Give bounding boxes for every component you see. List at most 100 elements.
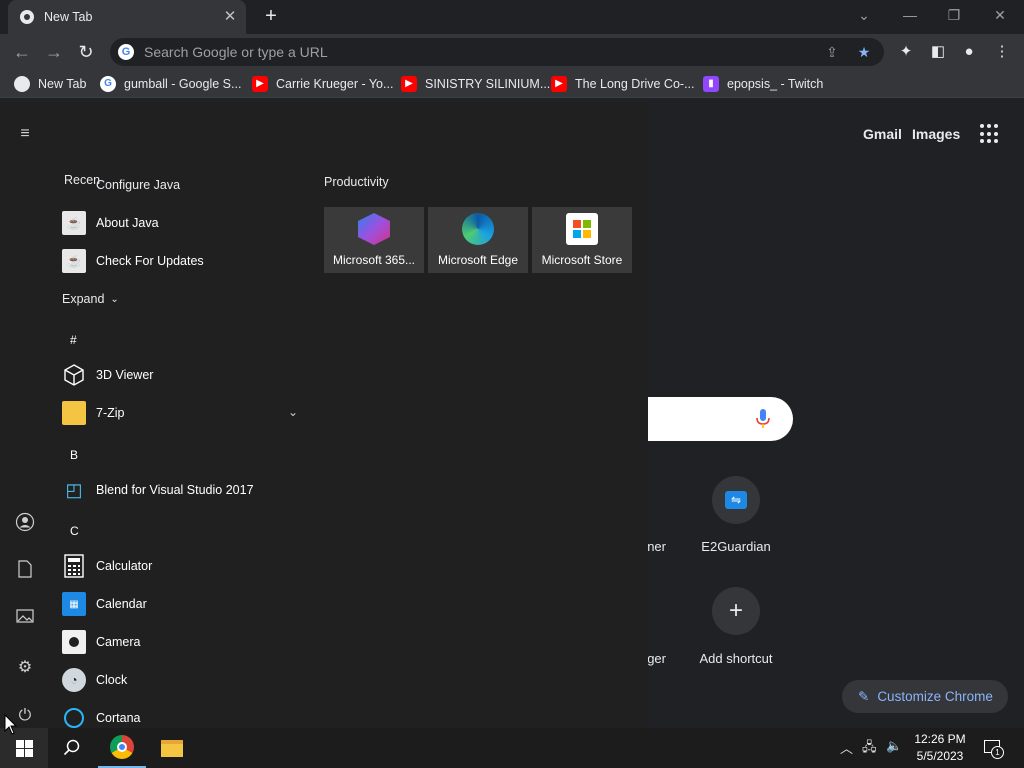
chrome-icon <box>110 735 134 759</box>
minimize-icon[interactable]: — <box>896 4 924 26</box>
add-shortcut-button[interactable]: + <box>712 587 760 635</box>
bookmark-sinistry[interactable]: ▶ SINISTRY SILINIUM... <box>401 74 550 94</box>
calendar-icon: ▦ <box>62 592 86 616</box>
app-label: Clock <box>96 673 128 687</box>
search-button[interactable] <box>48 728 96 768</box>
tile-microsoft-store[interactable]: Microsoft Store <box>532 207 632 273</box>
chevron-down-icon: ⌄ <box>110 293 119 305</box>
app-label: 7-Zip <box>96 406 125 420</box>
blend-icon: ◰ <box>65 479 83 500</box>
microphone-icon[interactable] <box>755 408 771 430</box>
documents-icon[interactable] <box>13 560 37 584</box>
close-window-icon[interactable]: ✕ <box>986 4 1014 26</box>
calculator-icon <box>62 554 86 578</box>
clock[interactable]: 12:26 PM 5/5/2023 <box>910 731 970 765</box>
tab-new-tab[interactable]: New Tab ✕ <box>8 0 246 34</box>
forward-arrow-icon[interactable]: → <box>42 40 66 64</box>
e2guardian-icon: ⇋ <box>725 491 747 509</box>
images-link[interactable]: Images <box>912 126 960 142</box>
app-blend[interactable]: ◰ Blend for Visual Studio 2017 <box>62 471 302 509</box>
group-letter[interactable]: # <box>70 333 77 347</box>
new-tab-button[interactable]: + <box>260 6 282 28</box>
restore-icon[interactable]: ❐ <box>940 4 968 26</box>
recent-header: Recen <box>64 173 101 187</box>
java-icon: ☕ <box>62 249 86 273</box>
app-clock[interactable]: ◔ Clock <box>62 661 302 699</box>
user-account-icon[interactable] <box>13 512 37 536</box>
chevron-down-icon[interactable]: ⌄ <box>288 405 298 419</box>
bookmark-label: epopsis_ - Twitch <box>727 77 824 91</box>
bookmark-twitch[interactable]: ▮ epopsis_ - Twitch <box>703 74 823 94</box>
omnibox[interactable]: G Search Google or type a URL ⇪ ★ <box>110 38 884 66</box>
date-label: 5/5/2023 <box>916 749 964 763</box>
menu-kebab-icon[interactable]: ⋮ <box>992 42 1012 62</box>
reload-icon[interactable]: ↻ <box>74 40 98 64</box>
app-check-for-updates[interactable]: ☕ Check For Updates <box>62 242 302 280</box>
tab-search-icon[interactable]: ⌄ <box>850 4 878 26</box>
bookmark-long-drive[interactable]: ▶ The Long Drive Co-... <box>551 74 695 94</box>
cube-icon <box>62 363 86 387</box>
notification-center[interactable]: 1 <box>982 738 1004 759</box>
bookmark-star-icon[interactable]: ★ <box>852 44 876 61</box>
shortcut-label[interactable]: E2Guardian <box>680 539 792 554</box>
google-apps-icon[interactable] <box>980 124 1000 144</box>
mouse-cursor-icon <box>4 714 18 735</box>
chrome-icon <box>20 10 34 24</box>
group-letter[interactable]: B <box>70 448 78 462</box>
bookmark-new-tab[interactable]: New Tab <box>14 74 86 94</box>
pictures-icon[interactable] <box>13 608 37 632</box>
app-label: Calculator <box>96 559 153 573</box>
settings-gear-icon[interactable]: ⚙ <box>13 656 37 680</box>
pencil-icon: ✎ <box>858 688 870 704</box>
youtube-icon: ▶ <box>252 76 268 92</box>
app-label: Cortana <box>96 711 141 725</box>
back-arrow-icon[interactable]: ← <box>10 40 34 64</box>
volume-icon[interactable]: 🔈 <box>886 738 902 754</box>
customize-chrome-button[interactable]: ✎ Customize Chrome <box>842 680 1008 713</box>
gmail-link[interactable]: Gmail <box>863 126 902 142</box>
show-hidden-icons-icon[interactable]: ︿ <box>840 738 853 757</box>
app-configure-java[interactable]: Configure Java <box>96 178 180 192</box>
customize-label: Customize Chrome <box>877 689 993 704</box>
hamburger-menu-icon[interactable]: ≡ <box>13 122 37 146</box>
bookmark-gumball[interactable]: G gumball - Google S... <box>100 74 241 94</box>
bookmark-label: Carrie Krueger - Yo... <box>276 77 394 91</box>
edge-icon <box>462 213 494 245</box>
network-icon[interactable]: 🖧 <box>862 738 877 760</box>
e2guardian-shortcut[interactable]: ⇋ <box>712 476 760 524</box>
side-panel-icon[interactable]: ◧ <box>928 42 948 62</box>
expand-label: Expand <box>62 292 105 306</box>
search-icon <box>63 739 80 756</box>
app-about-java[interactable]: ☕ About Java <box>62 204 302 242</box>
tile-microsoft-edge[interactable]: Microsoft Edge <box>428 207 528 273</box>
bookmark-label: gumball - Google S... <box>124 77 242 91</box>
app-3d-viewer[interactable]: 3D Viewer <box>62 356 302 394</box>
tile-label: Microsoft 365... <box>332 253 416 267</box>
taskbar-chrome[interactable] <box>98 728 146 768</box>
bookmark-carrie[interactable]: ▶ Carrie Krueger - Yo... <box>252 74 393 94</box>
app-calculator[interactable]: Calculator <box>62 547 302 585</box>
taskbar-file-explorer[interactable] <box>148 728 196 768</box>
shortcut-label[interactable]: Add shortcut <box>680 651 792 666</box>
app-calendar[interactable]: ▦ Calendar <box>62 585 302 623</box>
app-label: 3D Viewer <box>96 368 154 382</box>
group-letter[interactable]: C <box>70 524 79 538</box>
app-7-zip[interactable]: 7-Zip <box>62 394 302 432</box>
expand-button[interactable]: Expand ⌄ <box>62 292 119 306</box>
app-camera[interactable]: Camera <box>62 623 302 661</box>
folder-icon <box>161 739 183 757</box>
tile-microsoft-365[interactable]: Microsoft 365... <box>324 207 424 273</box>
share-icon[interactable]: ⇪ <box>820 44 844 61</box>
extensions-icon[interactable]: ✦ <box>896 42 916 62</box>
windows-icon <box>15 739 33 757</box>
plus-icon: + <box>728 597 743 624</box>
close-tab-icon[interactable]: ✕ <box>222 9 238 25</box>
app-label: Blend for Visual Studio 2017 <box>96 483 254 497</box>
app-label: Calendar <box>96 597 147 611</box>
twitch-icon: ▮ <box>703 76 719 92</box>
omnibox-placeholder: Search Google or type a URL <box>144 44 328 60</box>
profile-icon[interactable]: ● <box>959 42 979 62</box>
productivity-header: Productivity <box>324 175 389 189</box>
tab-title: New Tab <box>44 10 93 24</box>
bookmark-label: SINISTRY SILINIUM... <box>425 77 551 91</box>
